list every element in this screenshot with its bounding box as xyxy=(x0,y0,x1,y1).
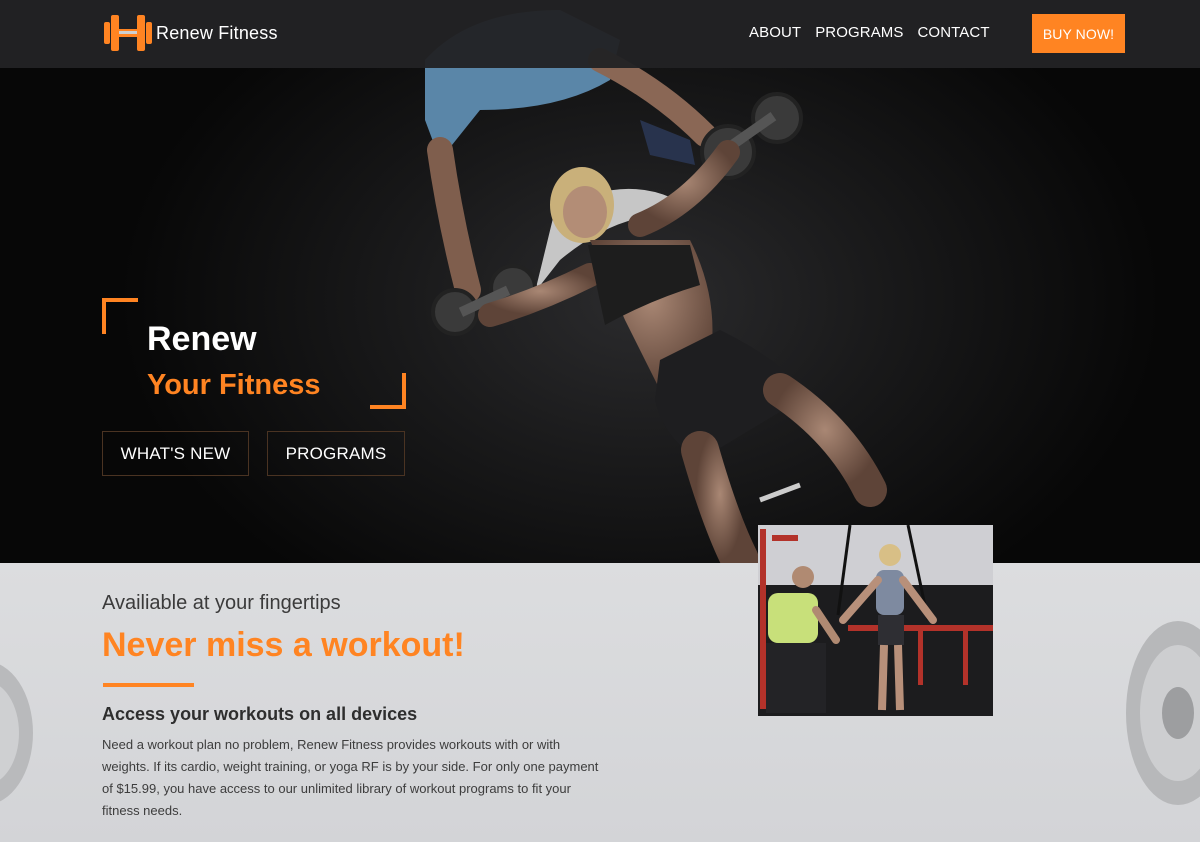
hero-bracket-top-left xyxy=(102,298,138,334)
hero-title-line1: Renew xyxy=(147,320,257,358)
features-body-text: Need a workout plan no problem, Renew Fi… xyxy=(102,737,599,818)
buy-now-button[interactable]: BUY NOW! xyxy=(1032,14,1125,53)
brand-logo-link[interactable]: Renew Fitness xyxy=(104,12,278,54)
dumbbell-logo-icon xyxy=(104,15,152,51)
programs-button[interactable]: PROGRAMS xyxy=(267,431,405,476)
hero-title-line2: Your Fitness xyxy=(147,369,321,401)
nav-link-programs[interactable]: PROGRAMS xyxy=(815,24,903,41)
hero-background-photo xyxy=(425,10,887,563)
hero-section: Renew Your Fitness WHAT'S NEW PROGRAMS xyxy=(0,0,1200,563)
nav-links: ABOUT PROGRAMS CONTACT xyxy=(749,24,990,41)
nav-link-contact[interactable]: CONTACT xyxy=(918,24,990,41)
weight-plate-left-image xyxy=(0,664,33,802)
whats-new-button[interactable]: WHAT'S NEW xyxy=(102,431,249,476)
features-subheading: Access your workouts on all devices xyxy=(102,704,418,724)
training-photo-image xyxy=(758,525,993,716)
weight-plate-right-image xyxy=(1126,621,1200,805)
heading-underline-divider xyxy=(103,683,194,687)
brand-name: Renew Fitness xyxy=(156,22,278,43)
features-kicker: Availiable at your fingertips xyxy=(102,592,341,614)
hero-bracket-bottom-right xyxy=(370,373,406,409)
navbar: Renew Fitness ABOUT PROGRAMS CONTACT BUY… xyxy=(0,0,1200,68)
features-heading: Never miss a workout! xyxy=(102,626,465,664)
nav-link-about[interactable]: ABOUT xyxy=(749,24,801,41)
